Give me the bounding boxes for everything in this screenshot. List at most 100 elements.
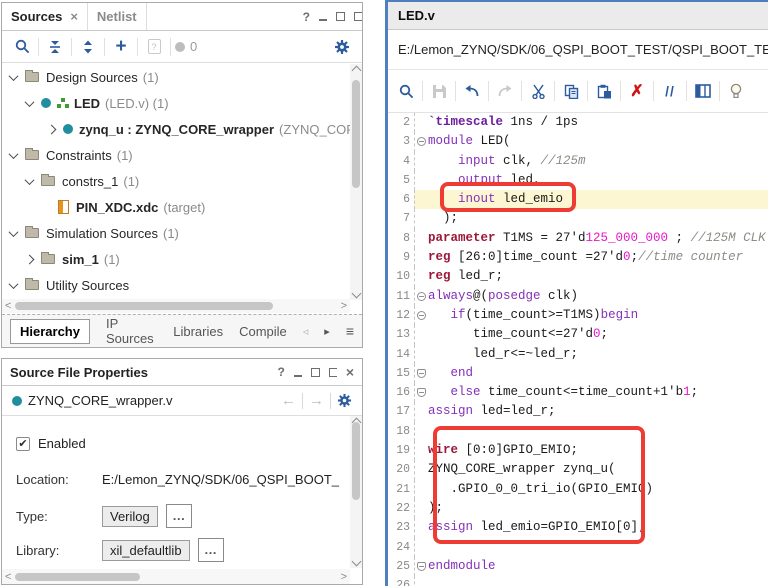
cut-icon[interactable] — [525, 78, 551, 104]
chevron-down-icon[interactable] — [9, 279, 19, 289]
bottom-tab-hierarchy[interactable]: Hierarchy — [10, 319, 90, 344]
tree-item[interactable]: zynq_u : ZYNQ_CORE_wrapper(ZYNQ_COR — [2, 116, 350, 142]
fold-marker-icon[interactable] — [417, 137, 426, 146]
code-line-23[interactable]: 23assign led_emio=GPIO_EMIO[0]; — [388, 518, 768, 537]
fold-marker-icon[interactable] — [417, 562, 426, 571]
code-line-8[interactable]: 8parameter T1MS = 27'd125_000_000 ; //12… — [388, 229, 768, 248]
toggle-comment-icon[interactable]: // — [657, 78, 683, 104]
copy-icon[interactable] — [558, 78, 584, 104]
help-icon[interactable]: ? — [277, 365, 284, 379]
bottom-tab-compile[interactable]: Compile — [239, 324, 287, 339]
code-line-15[interactable]: 15 end — [388, 364, 768, 383]
code-area[interactable]: 2`timescale 1ns / 1ps3module LED(4 input… — [388, 113, 768, 586]
scroll-thumb[interactable] — [15, 573, 140, 581]
minimize-icon[interactable] — [294, 368, 302, 377]
scroll-down-icon[interactable] — [351, 289, 361, 299]
lightbulb-icon[interactable] — [723, 78, 749, 104]
chevron-right-icon[interactable] — [25, 254, 35, 264]
code-line-12[interactable]: 12 if(time_count>=T1MS)begin — [388, 306, 768, 325]
code-line-24[interactable]: 24 — [388, 538, 768, 557]
tree-item[interactable]: Simulation Sources(1) — [2, 220, 350, 246]
fold-marker-icon[interactable] — [417, 292, 426, 301]
code-line-4[interactable]: 4 input clk, //125m — [388, 152, 768, 171]
scroll-thumb[interactable] — [352, 80, 360, 188]
properties-horizontal-scrollbar[interactable]: < > — [2, 569, 350, 584]
chevron-down-icon[interactable] — [9, 71, 19, 81]
type-field[interactable]: Verilog — [102, 506, 158, 527]
code-line-3[interactable]: 3module LED( — [388, 132, 768, 151]
code-line-5[interactable]: 5 output led, — [388, 171, 768, 190]
tree-item[interactable]: Design Sources(1) — [2, 64, 350, 90]
scroll-thumb[interactable] — [352, 422, 360, 500]
tree-item[interactable]: constrs_1(1) — [2, 168, 350, 194]
code-line-18[interactable]: 18 — [388, 422, 768, 441]
float-icon[interactable] — [329, 368, 337, 377]
chevron-down-icon[interactable] — [25, 97, 35, 107]
scroll-left-icon[interactable]: < — [5, 571, 11, 583]
delete-icon[interactable]: ✗ — [624, 78, 650, 104]
bottom-tab-libraries[interactable]: Libraries — [173, 324, 223, 339]
toggle-column-icon[interactable] — [690, 78, 716, 104]
tab-menu-icon[interactable]: ≡ — [346, 323, 354, 339]
fold-marker-icon[interactable] — [417, 388, 426, 397]
scroll-left-icon[interactable]: < — [5, 300, 11, 312]
code-line-16[interactable]: 16 else time_count<=time_count+1'b1; — [388, 383, 768, 402]
code-line-7[interactable]: 7 ); — [388, 209, 768, 228]
sources-vertical-scrollbar[interactable] — [350, 64, 362, 300]
tree-item[interactable]: PIN_XDC.xdc(target) — [2, 194, 350, 220]
code-line-2[interactable]: 2`timescale 1ns / 1ps — [388, 113, 768, 132]
scroll-right-icon[interactable]: > — [341, 571, 347, 583]
code-line-21[interactable]: 21 .GPIO_0_0_tri_io(GPIO_EMIO) — [388, 480, 768, 499]
close-tab-icon[interactable]: × — [70, 9, 78, 24]
search-icon[interactable] — [393, 78, 419, 104]
help-icon[interactable]: ? — [303, 10, 310, 24]
tree-item[interactable]: sim_1(1) — [2, 246, 350, 272]
properties-vertical-scrollbar[interactable] — [350, 416, 362, 568]
scroll-thumb[interactable] — [15, 302, 273, 310]
enabled-checkbox[interactable]: ✔ — [16, 437, 30, 451]
maximize-icon[interactable] — [311, 368, 320, 377]
code-line-17[interactable]: 17assign led=led_r; — [388, 402, 768, 421]
code-line-14[interactable]: 14 led_r<=~led_r; — [388, 345, 768, 364]
type-browse-button[interactable]: … — [166, 504, 192, 528]
code-line-9[interactable]: 9reg [26:0]time_count =27'd0;//time coun… — [388, 248, 768, 267]
code-line-6[interactable]: 6 inout led_emio — [388, 190, 768, 209]
pager-left-icon[interactable]: ◃ — [303, 325, 309, 338]
properties-gear-icon[interactable] — [337, 393, 352, 408]
chevron-down-icon[interactable] — [9, 149, 19, 159]
code-line-19[interactable]: 19wire [0:0]GPIO_EMIO; — [388, 441, 768, 460]
expand-all-icon[interactable] — [76, 36, 100, 58]
minimize-icon[interactable] — [319, 12, 327, 21]
close-panel-icon[interactable]: × — [346, 364, 354, 380]
paste-icon[interactable] — [591, 78, 617, 104]
scroll-down-icon[interactable] — [351, 557, 361, 567]
chevron-down-icon[interactable] — [25, 175, 35, 185]
tab-netlist[interactable]: Netlist — [87, 3, 147, 30]
undo-icon[interactable] — [459, 78, 485, 104]
add-sources-icon[interactable]: + — [109, 36, 133, 58]
chevron-right-icon[interactable] — [47, 124, 57, 134]
code-line-11[interactable]: 11always@(posedge clk) — [388, 287, 768, 306]
tree-item[interactable]: LED(LED.v) (1) — [2, 90, 350, 116]
pager-right-icon[interactable]: ▸ — [324, 325, 330, 338]
code-line-13[interactable]: 13 time_count<=27'd0; — [388, 325, 768, 344]
code-line-10[interactable]: 10reg led_r; — [388, 267, 768, 286]
settings-gear-icon[interactable] — [330, 36, 354, 58]
fold-marker-icon[interactable] — [417, 369, 426, 378]
scroll-up-icon[interactable] — [351, 66, 361, 76]
search-icon[interactable] — [10, 36, 34, 58]
bottom-tab-ip-sources[interactable]: IP Sources — [106, 316, 157, 346]
float-icon[interactable] — [354, 12, 362, 21]
tree-item[interactable]: Constraints(1) — [2, 142, 350, 168]
tab-sources[interactable]: Sources × — [2, 3, 87, 30]
forward-icon[interactable]: → — [309, 392, 324, 409]
chevron-down-icon[interactable] — [9, 227, 19, 237]
fold-marker-icon[interactable] — [417, 311, 426, 320]
code-line-20[interactable]: 20ZYNQ_CORE_wrapper zynq_u( — [388, 460, 768, 479]
tree-item[interactable]: Utility Sources — [2, 272, 350, 298]
code-line-25[interactable]: 25endmodule — [388, 557, 768, 576]
sources-horizontal-scrollbar[interactable]: < > — [2, 299, 350, 313]
library-browse-button[interactable]: … — [198, 538, 224, 562]
maximize-icon[interactable] — [336, 12, 345, 21]
code-line-26[interactable]: 26 — [388, 576, 768, 586]
